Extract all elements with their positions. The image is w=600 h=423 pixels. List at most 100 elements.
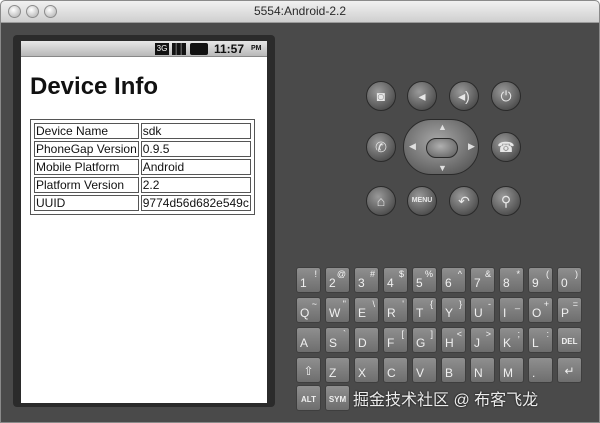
key-alt-label: = [572,299,578,309]
menu-button[interactable]: MENU [407,186,437,216]
enter-icon: ↵ [564,364,575,378]
end-call-button[interactable]: ☎ [491,132,521,162]
key-label: R [387,306,396,320]
dpad-left-icon[interactable]: ◀ [409,141,416,152]
key[interactable]: J > [470,327,495,353]
row-value: sdk [140,123,251,139]
home-button[interactable]: ⌂ [366,186,396,216]
key[interactable]: Q ~ [296,297,321,323]
status-ampm: PM [251,45,262,52]
table-row: UUID 9774d56d682e549c [34,195,251,211]
key-label: D [358,336,367,350]
key-label: H [445,336,454,350]
key[interactable]: O + [528,297,553,323]
key-alt-label: : [546,329,549,339]
key[interactable]: 3 # [354,267,379,293]
key[interactable]: . [528,357,553,383]
key[interactable]: 4 $ [383,267,408,293]
key[interactable]: 9( [528,267,553,293]
key[interactable]: 5% [412,267,437,293]
back-button[interactable]: ↶ [449,186,479,216]
shift-icon: ⇧ [303,364,314,378]
row-value: 2.2 [140,177,251,193]
key[interactable]: P = [557,297,582,323]
dpad-down-icon[interactable]: ▼ [438,163,447,173]
key[interactable]: Z [325,357,350,383]
key-alt-label: + [543,299,549,309]
key[interactable]: Y} [441,297,466,323]
key[interactable]: G] [412,327,437,353]
key[interactable]: S ` [325,327,350,353]
key[interactable]: 0) [557,267,582,293]
key[interactable]: 6 ^ [441,267,466,293]
key[interactable]: N [470,357,495,383]
key[interactable]: 7 & [470,267,495,293]
key-alt-label: ~ [311,299,317,309]
key[interactable]: 8 * [499,267,524,293]
key-label: S [329,336,338,350]
power-button[interactable]: ⏻ [491,81,521,111]
volume-down-icon: ◂ [418,88,426,104]
key-label: 8 [503,276,510,290]
sym-key[interactable]: SYM [325,385,350,411]
key-label: 6 [445,276,452,290]
dpad-center-button[interactable] [426,138,458,158]
key[interactable]: K; [499,327,524,353]
dpad[interactable]: ▲ ▼ ◀ ▶ [403,119,479,175]
key-label: N [474,366,483,380]
key-label: 9 [532,276,539,290]
key[interactable]: B [441,357,466,383]
key[interactable]: I _ [499,297,524,323]
volume-down-button[interactable]: ◂ [407,81,437,111]
delete-key[interactable]: DEL [557,327,582,353]
key[interactable]: 2 @ [325,267,350,293]
status-bar: 3G 11:57 PM [21,41,267,57]
key-label: B [445,366,454,380]
dpad-up-icon[interactable]: ▲ [438,122,447,132]
row-label: Platform Version [34,177,139,193]
key-label: X [358,366,367,380]
key-label: E [358,306,367,320]
key-alt-label: # [369,269,375,279]
key-label: J [474,336,480,350]
device-screen[interactable]: 3G 11:57 PM Device Info Device Name sdk Ph… [21,41,267,403]
key-alt-label: ( [546,269,549,279]
key[interactable]: C [383,357,408,383]
key-label: Q [300,306,310,320]
alt-key-label: ALT [301,395,316,404]
key[interactable]: H < [441,327,466,353]
key-label: C [387,366,396,380]
key[interactable]: E \ [354,297,379,323]
key[interactable]: L: [528,327,553,353]
dpad-right-icon[interactable]: ▶ [468,141,475,152]
volume-up-button[interactable]: ◂) [449,81,479,111]
watermark: 掘金技术社区 @ 布客飞龙 [353,392,539,409]
key-label: 0 [561,276,568,290]
key[interactable]: A [296,327,321,353]
key-alt-label: ! [314,269,317,279]
camera-button[interactable]: ◙ [366,81,396,111]
key[interactable]: M [499,357,524,383]
key-label: T [416,306,424,320]
row-label: Mobile Platform [34,159,139,175]
search-button[interactable]: ⚲ [491,186,521,216]
call-button[interactable]: ✆ [366,132,396,162]
key[interactable]: R ' [383,297,408,323]
alt-key[interactable]: ALT [296,385,321,411]
key[interactable]: D [354,327,379,353]
key[interactable]: X [354,357,379,383]
key[interactable]: U- [470,297,495,323]
key-alt-label: * [516,269,520,279]
key[interactable]: W " [325,297,350,323]
key-label: A [300,336,309,350]
home-icon: ⌂ [376,193,386,209]
key-alt-label: $ [398,269,404,279]
emulator-window: 5554:Android-2.2 3G 11:57 PM Device Info… [0,0,600,423]
key-label: O [532,306,542,320]
key[interactable]: F[ [383,327,408,353]
key[interactable]: 1! [296,267,321,293]
key[interactable]: V [412,357,437,383]
enter-key[interactable]: ↵ [557,357,582,383]
key[interactable]: T{ [412,297,437,323]
shift-key[interactable]: ⇧ [296,357,321,383]
